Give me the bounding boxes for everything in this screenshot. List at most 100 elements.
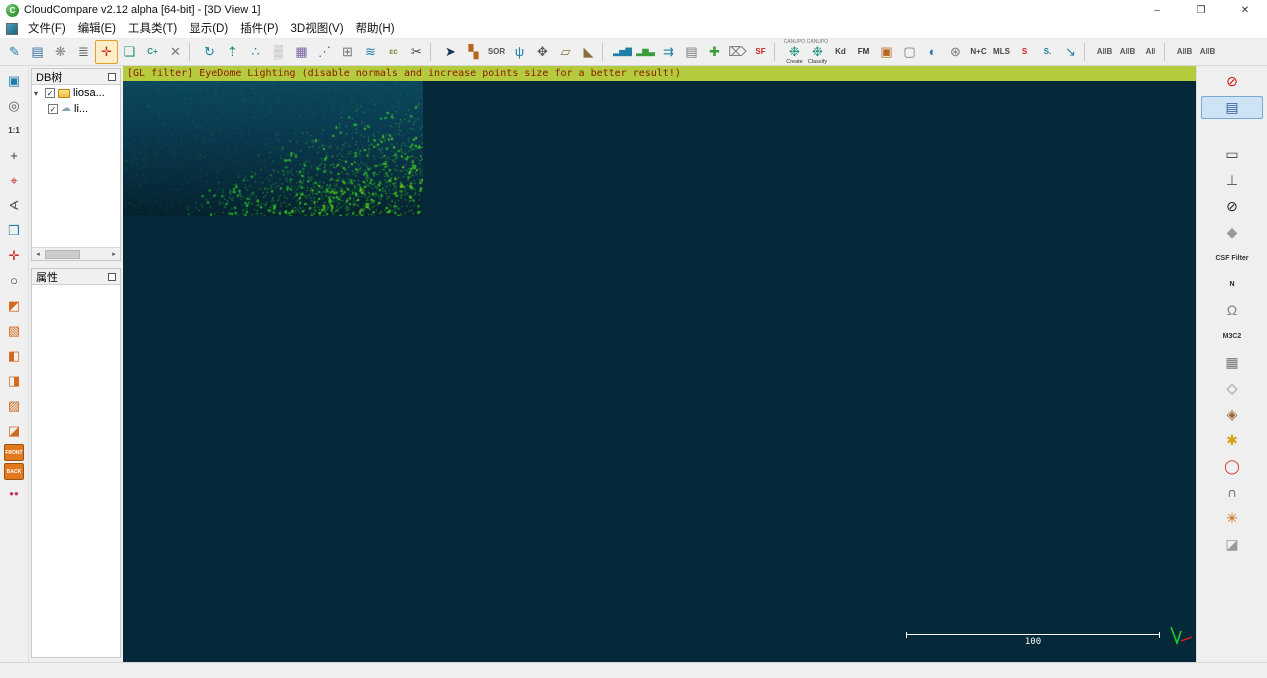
red-ellipse-icon[interactable]: ◯ bbox=[1201, 455, 1263, 478]
stereo-glasses-icon[interactable]: ●● bbox=[2, 482, 26, 505]
bunny-icon[interactable]: Ω bbox=[1201, 299, 1263, 322]
histogram-icon[interactable]: ▂▅▇ bbox=[611, 40, 634, 64]
menu-help[interactable]: 帮助(H) bbox=[350, 20, 401, 38]
view-bottom-icon[interactable]: ▨ bbox=[2, 394, 26, 417]
subsample-icon[interactable]: ∴ bbox=[244, 40, 267, 64]
clone-icon[interactable]: ❏ bbox=[118, 40, 141, 64]
sor-filter-icon[interactable]: SOR bbox=[485, 40, 508, 64]
add-sf-icon[interactable]: ✚ bbox=[703, 40, 726, 64]
view-top-icon[interactable]: ▧ bbox=[2, 319, 26, 342]
edl-filter-icon[interactable]: ▤ bbox=[1201, 96, 1263, 119]
sf-arrows-icon[interactable]: SF bbox=[749, 40, 772, 64]
close-button[interactable]: ✕ bbox=[1223, 0, 1267, 20]
segment-scissors-icon[interactable]: ✂ bbox=[405, 40, 428, 64]
render-screen-icon[interactable]: ▣ bbox=[2, 69, 26, 92]
hexagon-icon[interactable]: ◇ bbox=[1201, 377, 1263, 400]
cloud-checkbox[interactable]: ✓ bbox=[48, 104, 58, 114]
kd-icon[interactable]: Kd bbox=[829, 40, 852, 64]
compare-icon-3[interactable]: A‖ bbox=[1139, 40, 1162, 64]
s2-icon[interactable]: S. bbox=[1036, 40, 1059, 64]
compare-icon-4[interactable]: A‖B bbox=[1173, 40, 1196, 64]
maximize-button[interactable]: ❐ bbox=[1179, 0, 1223, 20]
menu-3dview[interactable]: 3D视图(V) bbox=[285, 20, 350, 38]
rbd-icon[interactable]: ◈ bbox=[1201, 403, 1263, 426]
shield-icon[interactable]: ◆ bbox=[1201, 221, 1263, 244]
view-left-icon[interactable]: ◧ bbox=[2, 344, 26, 367]
psi-icon[interactable]: ψ bbox=[508, 40, 531, 64]
perspective-icon[interactable]: ❒ bbox=[2, 219, 26, 242]
save-icon[interactable]: ▤ bbox=[26, 40, 49, 64]
view-iso1-icon[interactable]: ◩ bbox=[2, 294, 26, 317]
fm-icon[interactable]: FM bbox=[852, 40, 875, 64]
rotate-icon[interactable]: ↻ bbox=[198, 40, 221, 64]
viewport-3d[interactable]: [GL filter] EyeDome Lighting (disable no… bbox=[123, 66, 1196, 662]
zoom-1-1-icon[interactable]: 1:1 bbox=[2, 119, 26, 142]
undock-icon[interactable] bbox=[108, 73, 116, 81]
globe-icon[interactable]: ◐ bbox=[921, 40, 944, 64]
no-entry-icon[interactable]: ⊘ bbox=[1201, 70, 1263, 93]
apply-transform-icon[interactable]: ✛ bbox=[95, 40, 118, 64]
camera-icon[interactable]: ◎ bbox=[2, 94, 26, 117]
tree-item-group[interactable]: ▾ ✓ liosa... bbox=[32, 85, 120, 101]
layers-icon[interactable]: ▤ bbox=[680, 40, 703, 64]
horizontal-scrollbar[interactable]: ◂ ▸ bbox=[32, 247, 120, 260]
properties-list-icon[interactable]: ≣ bbox=[72, 40, 95, 64]
open-icon[interactable]: ✎ bbox=[3, 40, 26, 64]
fit-view-icon[interactable]: + bbox=[2, 144, 26, 167]
interpolate-icon[interactable]: ⇉ bbox=[657, 40, 680, 64]
normals-n-icon[interactable]: N bbox=[1201, 273, 1263, 296]
rotate-view-icon[interactable]: ∢ bbox=[2, 194, 26, 217]
expander-icon[interactable]: ▾ bbox=[34, 89, 42, 98]
tree-item-cloud[interactable]: ✓ ☁ li... bbox=[32, 101, 120, 117]
circle-slash-icon[interactable]: ⊘ bbox=[1201, 195, 1263, 218]
bird-icon[interactable]: ➤ bbox=[439, 40, 462, 64]
histogram-green-icon[interactable]: ▂▆▃ bbox=[634, 40, 657, 64]
checker-image-icon[interactable]: ▚ bbox=[462, 40, 485, 64]
gear-dots-icon[interactable]: ✳ bbox=[1201, 507, 1263, 530]
compare-icon-5[interactable]: A‖B bbox=[1196, 40, 1219, 64]
sra-icon[interactable]: S bbox=[1013, 40, 1036, 64]
mesh-sphere-icon[interactable]: ⊛ bbox=[944, 40, 967, 64]
raster-grid-icon[interactable]: ⊞ bbox=[336, 40, 359, 64]
image-icon[interactable]: ▣ bbox=[875, 40, 898, 64]
merge-icon[interactable]: C+ bbox=[141, 40, 164, 64]
scroll-right-icon[interactable]: ▸ bbox=[108, 250, 120, 258]
scrollbar-track[interactable] bbox=[44, 249, 108, 260]
delete-sf-icon[interactable]: ⌦ bbox=[726, 40, 749, 64]
mesh-box-icon[interactable]: ▦ bbox=[1201, 351, 1263, 374]
octree-icon[interactable]: ▦ bbox=[290, 40, 313, 64]
trowel-icon[interactable]: ◪ bbox=[1201, 533, 1263, 556]
view-right-icon[interactable]: ◨ bbox=[2, 369, 26, 392]
pivot-icon[interactable]: ⌖ bbox=[2, 169, 26, 192]
view-iso2-icon[interactable]: ◪ bbox=[2, 419, 26, 442]
export-icon[interactable]: ↘ bbox=[1059, 40, 1082, 64]
cc-icon[interactable]: ɛc bbox=[382, 40, 405, 64]
scalar-dots-icon[interactable]: ⋰ bbox=[313, 40, 336, 64]
minimize-button[interactable]: – bbox=[1135, 0, 1179, 20]
compare-icon-1[interactable]: A‖B bbox=[1093, 40, 1116, 64]
contour-icon[interactable]: ≋ bbox=[359, 40, 382, 64]
m3c2-icon[interactable]: M3C2 bbox=[1201, 325, 1263, 348]
ransac-icon[interactable]: ▢ bbox=[898, 40, 921, 64]
plumb-icon[interactable]: ⊥ bbox=[1201, 169, 1263, 192]
menu-file[interactable]: 文件(F) bbox=[22, 20, 72, 38]
delete-icon[interactable]: ✕ bbox=[164, 40, 187, 64]
compare-icon-2[interactable]: A‖B bbox=[1116, 40, 1139, 64]
scroll-left-icon[interactable]: ◂ bbox=[32, 250, 44, 258]
group-checkbox[interactable]: ✓ bbox=[45, 88, 55, 98]
headphones-icon[interactable]: ∩ bbox=[1201, 481, 1263, 504]
mdi-child-icon[interactable] bbox=[6, 23, 18, 35]
point-cloud-canvas[interactable] bbox=[123, 66, 423, 216]
view-back-icon[interactable]: BACK bbox=[4, 463, 24, 480]
wedge-icon[interactable]: ◣ bbox=[577, 40, 600, 64]
menu-display[interactable]: 显示(D) bbox=[183, 20, 234, 38]
translate-icon[interactable]: ✥ bbox=[531, 40, 554, 64]
global-shift-icon[interactable]: ❋ bbox=[49, 40, 72, 64]
scrollbar-thumb[interactable] bbox=[45, 250, 80, 259]
undock-icon[interactable] bbox=[108, 273, 116, 281]
filter-points-icon[interactable]: ⇡ bbox=[221, 40, 244, 64]
menu-edit[interactable]: 编辑(E) bbox=[72, 20, 122, 38]
mls-icon[interactable]: MLS bbox=[990, 40, 1013, 64]
film-clapper-icon[interactable]: ▭ bbox=[1201, 143, 1263, 166]
noise-filter-icon[interactable]: ▒ bbox=[267, 40, 290, 64]
